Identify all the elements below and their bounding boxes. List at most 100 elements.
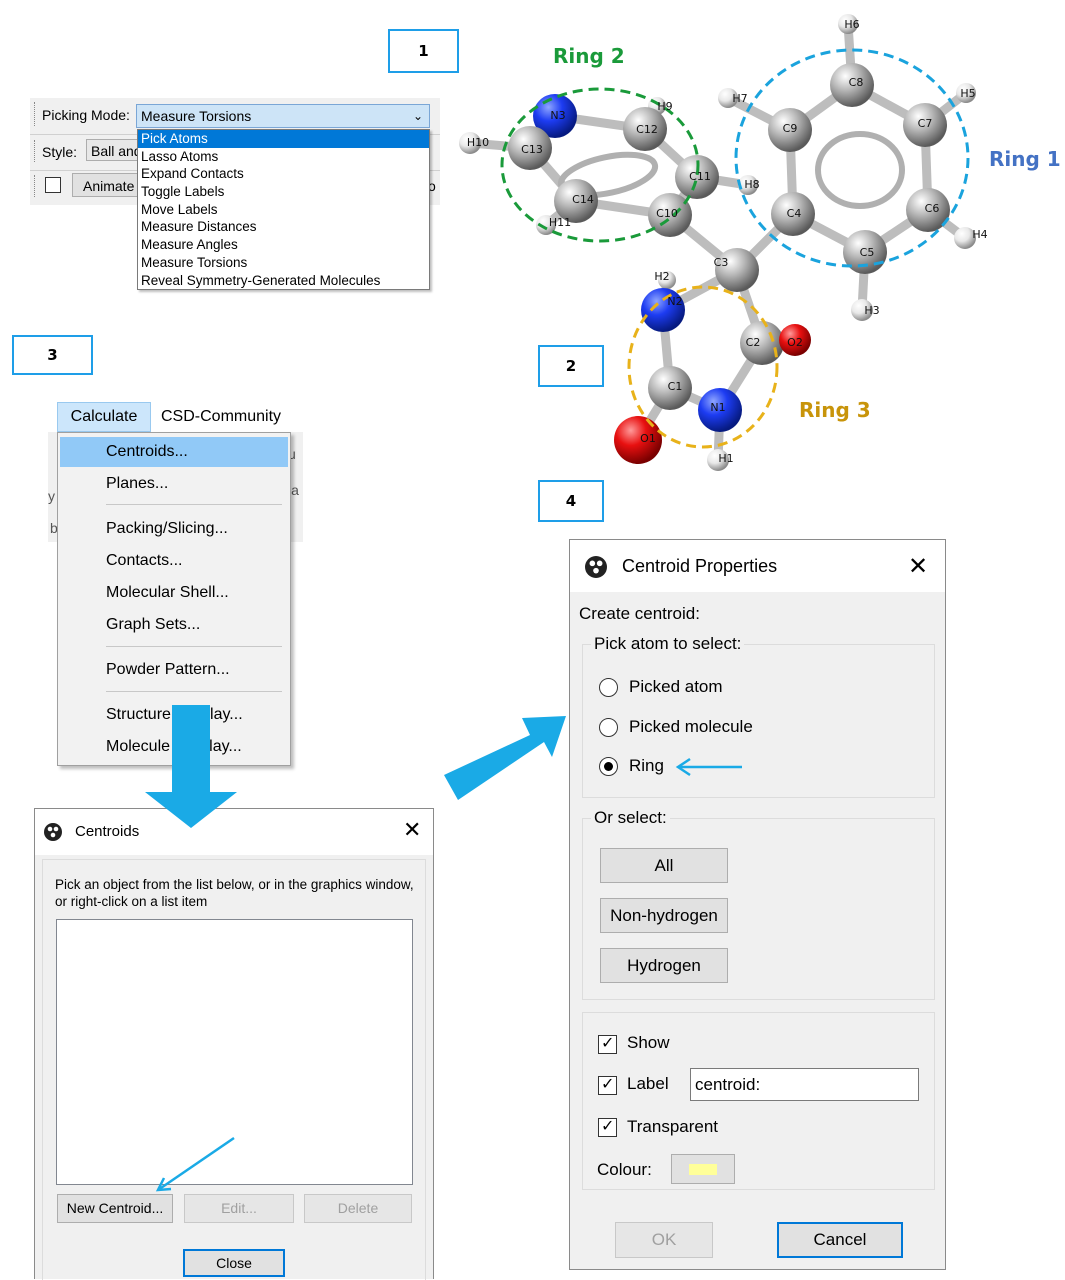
ok-button[interactable]: OK [615, 1222, 713, 1258]
atom-label: H6 [844, 18, 859, 31]
option-lasso-atoms[interactable]: Lasso Atoms [138, 148, 429, 166]
toolbar-grip[interactable] [34, 102, 37, 126]
create-centroid-label: Create centroid: [579, 604, 700, 623]
check-icon: ✓ [601, 1035, 615, 1052]
close-button[interactable]: Close [183, 1249, 285, 1277]
atom-label: C6 [925, 202, 940, 215]
atom-label: C1 [668, 380, 683, 393]
menu-item-packing-slicing[interactable]: Packing/Slicing... [60, 514, 288, 544]
menu-calculate[interactable]: Calculate [57, 402, 151, 432]
ring-option-label: Ring [629, 756, 664, 775]
select-all-button[interactable]: All [600, 848, 728, 883]
menu-item-graph-sets[interactable]: Graph Sets... [60, 610, 288, 640]
animate-button[interactable]: Animate [72, 173, 142, 197]
show-checkbox[interactable]: ✓ [598, 1035, 617, 1054]
atom-label: H7 [732, 92, 747, 105]
option-measure-distances[interactable]: Measure Distances [138, 218, 429, 236]
ring-3-label: Ring 3 [799, 398, 871, 422]
atom-label: C3 [714, 256, 729, 269]
picked-atom-label: Picked atom [629, 677, 723, 696]
aromatic-ring-1 [815, 131, 905, 209]
centroids-title: Centroids [75, 823, 140, 840]
menu-item-molecule-overlay[interactable]: Molecule Overlay... [60, 732, 288, 762]
centroid-properties-title: Centroid Properties [622, 556, 778, 576]
centroids-dialog: Centroids ✕ Pick an object from the list… [34, 808, 434, 1280]
centroid-app-icon [44, 823, 62, 841]
animate-checkbox[interactable] [45, 177, 61, 193]
delete-button[interactable]: Delete [304, 1194, 412, 1223]
show-label: Show [627, 1033, 670, 1052]
atom-label: O2 [787, 336, 803, 349]
atom-label: C4 [787, 207, 802, 220]
atom-label: C10 [656, 207, 678, 220]
atom-label: H10 [467, 136, 489, 149]
or-select-label: Or select: [591, 808, 670, 828]
radio-picked-atom[interactable] [599, 678, 618, 697]
picking-mode-label: Picking Mode: [42, 107, 130, 123]
diagonal-arrow-icon [444, 716, 566, 800]
atom-label: H9 [657, 100, 672, 113]
molecule-diagram: H6 C8 H5 H7 C9 C7 H9 N3 C12 H10 C13 C11 … [459, 14, 988, 471]
menu-item-structure-overlay[interactable]: Structure Overlay... [60, 700, 288, 730]
option-expand-contacts[interactable]: Expand Contacts [138, 165, 429, 183]
picking-mode-combo[interactable]: Measure Torsions ⌄ [136, 104, 430, 128]
select-non-hydrogen-button[interactable]: Non-hydrogen [600, 898, 728, 933]
select-hydrogen-button[interactable]: Hydrogen [600, 948, 728, 983]
option-toggle-labels[interactable]: Toggle Labels [138, 183, 429, 201]
colour-label: Colour: [597, 1160, 652, 1179]
transparent-label: Transparent [627, 1117, 719, 1136]
atom-label: H2 [654, 270, 669, 283]
close-icon[interactable]: ✕ [908, 552, 928, 581]
toolbar-top-strip [30, 78, 440, 98]
atom-label: N3 [550, 109, 565, 122]
option-move-labels[interactable]: Move Labels [138, 201, 429, 219]
option-measure-torsions[interactable]: Measure Torsions [138, 254, 429, 272]
atom-label: C8 [849, 76, 864, 89]
atom-label: C14 [572, 193, 594, 206]
new-centroid-button[interactable]: New Centroid... [57, 1194, 173, 1223]
picking-mode-value: Measure Torsions [141, 108, 252, 124]
colour-swatch [689, 1164, 717, 1175]
colour-button[interactable] [671, 1154, 735, 1184]
option-reveal-symmetry[interactable]: Reveal Symmetry-Generated Molecules [138, 272, 429, 290]
cancel-button[interactable]: Cancel [777, 1222, 903, 1258]
label-checkbox[interactable]: ✓ [598, 1076, 617, 1095]
style-label: Style: [42, 144, 78, 160]
menu-item-powder-pattern[interactable]: Powder Pattern... [60, 655, 288, 685]
label-text-input[interactable]: centroid: [690, 1068, 919, 1101]
menu-item-molecular-shell[interactable]: Molecular Shell... [60, 578, 288, 608]
toolbar-grip[interactable] [34, 140, 37, 162]
option-pick-atoms[interactable]: Pick Atoms [138, 130, 429, 148]
atom-label: C5 [860, 246, 875, 259]
atom-label: C12 [636, 123, 658, 136]
picking-mode-dropdown[interactable]: Pick Atoms Lasso Atoms Expand Contacts T… [137, 129, 430, 290]
pick-atom-group-label: Pick atom to select: [591, 634, 745, 654]
centroid-app-icon [585, 556, 607, 578]
radio-ring[interactable] [599, 757, 618, 776]
transparent-checkbox[interactable]: ✓ [598, 1118, 617, 1137]
centroids-instructions: Pick an object from the list below, or i… [55, 877, 414, 909]
atom-label: N2 [667, 295, 682, 308]
atom-label: C7 [918, 117, 933, 130]
atom-label: H11 [549, 216, 571, 229]
toolbar-grip[interactable] [34, 175, 37, 197]
edit-button[interactable]: Edit... [184, 1194, 294, 1223]
calculate-menu: Centroids... Planes... Packing/Slicing..… [57, 432, 291, 766]
menu-item-contacts[interactable]: Contacts... [60, 546, 288, 576]
atom-label: C13 [521, 143, 543, 156]
option-measure-angles[interactable]: Measure Angles [138, 236, 429, 254]
atom-label: H8 [744, 178, 759, 191]
centroid-properties-titlebar: Centroid Properties ✕ [570, 540, 945, 592]
atom-label: C9 [783, 122, 798, 135]
menu-csd-community[interactable]: CSD-Community [161, 402, 281, 432]
centroids-titlebar: Centroids ✕ [35, 809, 433, 855]
ring-2-label: Ring 2 [553, 44, 625, 68]
radio-picked-molecule[interactable] [599, 718, 618, 737]
menubar: Calculate CSD-Community [40, 402, 305, 432]
ring-1-label: Ring 1 [989, 147, 1061, 171]
animate-label: Animate [83, 178, 135, 194]
centroids-list[interactable] [56, 919, 413, 1185]
close-icon[interactable]: ✕ [403, 817, 421, 843]
menu-item-planes[interactable]: Planes... [60, 469, 288, 499]
menu-item-centroids[interactable]: Centroids... [60, 437, 288, 467]
